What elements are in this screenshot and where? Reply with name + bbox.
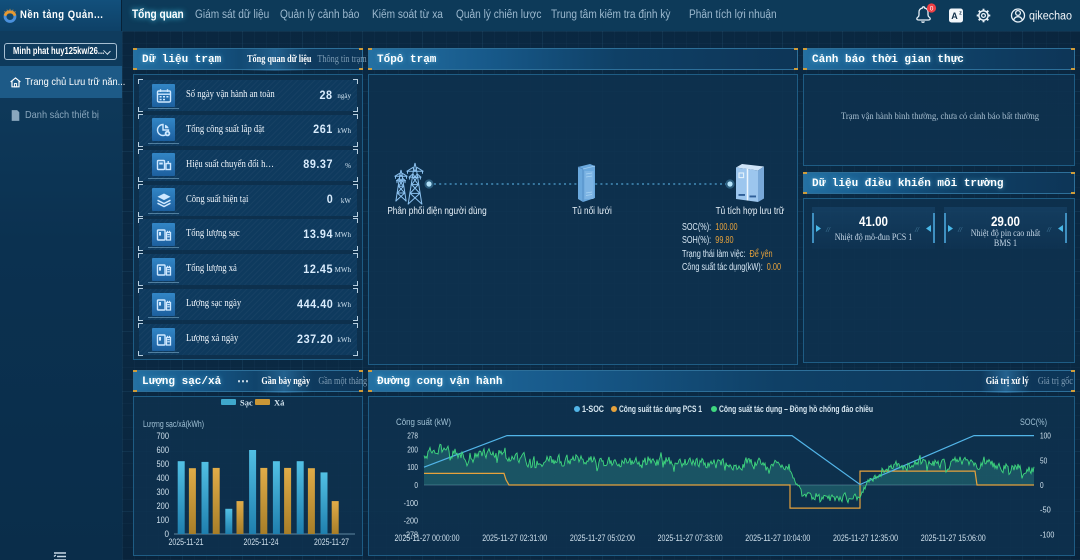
svg-text:2025-11-27: 2025-11-27 <box>314 537 349 547</box>
svg-text:Công suất tác dụng – Đồng hồ c: Công suất tác dụng – Đồng hồ chống đảo c… <box>719 404 873 414</box>
svg-text:Xả: Xả <box>274 398 285 408</box>
svg-text:0: 0 <box>930 5 934 12</box>
svg-text:500: 500 <box>157 459 170 469</box>
svg-text:2025-11-27 00:00:00: 2025-11-27 00:00:00 <box>395 533 460 543</box>
svg-text:600: 600 <box>157 445 170 455</box>
svg-text:-200: -200 <box>404 516 419 526</box>
svg-text:-100: -100 <box>404 498 419 508</box>
svg-text:400: 400 <box>157 473 170 483</box>
svg-text:2025-11-27 12:35:00: 2025-11-27 12:35:00 <box>833 533 898 543</box>
svg-text:100: 100 <box>407 462 418 472</box>
svg-text:2025-11-27 15:06:00: 2025-11-27 15:06:00 <box>921 533 986 543</box>
svg-text:2025-11-21: 2025-11-21 <box>169 537 204 547</box>
svg-text:2025-11-24: 2025-11-24 <box>244 537 279 547</box>
svg-text:-50: -50 <box>1040 505 1051 515</box>
svg-text:300: 300 <box>157 487 170 497</box>
svg-text:0: 0 <box>1040 480 1044 490</box>
svg-text:Lượng sạc/xả(kWh): Lượng sạc/xả(kWh) <box>143 419 204 429</box>
svg-text:z: z <box>959 11 962 17</box>
svg-text:50: 50 <box>1040 455 1047 465</box>
svg-text:qikechao: qikechao <box>1029 11 1072 23</box>
svg-text:-100: -100 <box>1040 529 1055 539</box>
svg-text:2025-11-27 07:33:00: 2025-11-27 07:33:00 <box>658 533 723 543</box>
svg-text:2025-11-27 02:31:00: 2025-11-27 02:31:00 <box>482 533 547 543</box>
svg-text:0: 0 <box>414 480 418 490</box>
svg-text:700: 700 <box>157 431 170 441</box>
svg-text:2025-11-27 05:02:00: 2025-11-27 05:02:00 <box>570 533 635 543</box>
svg-text:1-SOC: 1-SOC <box>582 404 604 414</box>
svg-text:Sạc: Sạc <box>240 398 253 408</box>
svg-text:2025-11-27 10:04:00: 2025-11-27 10:04:00 <box>745 533 810 543</box>
svg-text:Công suất tác dụng PCS 1: Công suất tác dụng PCS 1 <box>619 404 702 414</box>
svg-text:A: A <box>951 11 958 21</box>
svg-text:Công suất (kW): Công suất (kW) <box>396 417 451 427</box>
svg-text:200: 200 <box>157 501 170 511</box>
svg-text:200: 200 <box>407 444 418 454</box>
svg-text:100: 100 <box>157 515 170 525</box>
svg-text:100: 100 <box>1040 431 1051 441</box>
svg-text:SOC(%): SOC(%) <box>1020 417 1047 427</box>
svg-text:278: 278 <box>407 431 418 441</box>
